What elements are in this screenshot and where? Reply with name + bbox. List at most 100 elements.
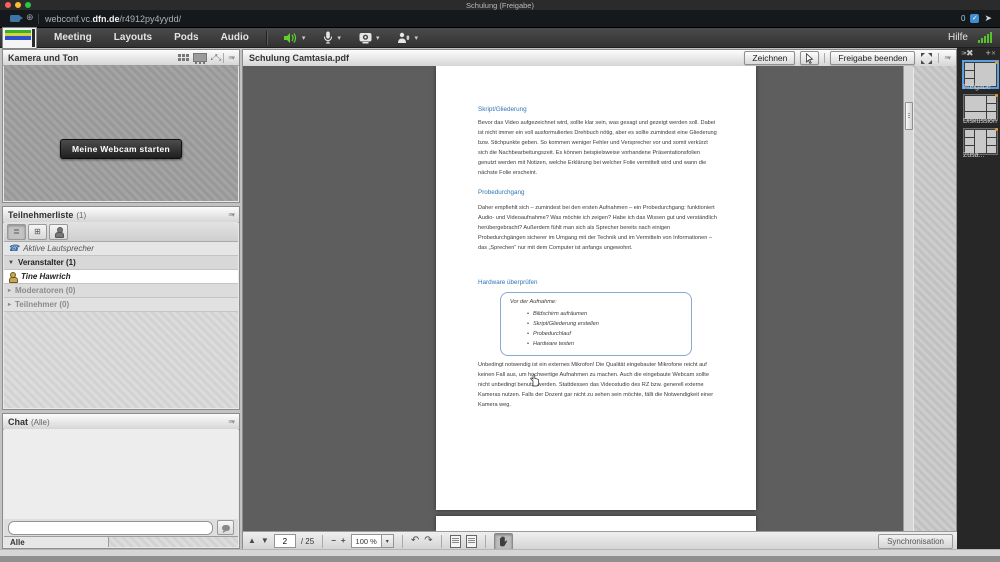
url-text[interactable]: webconf.vc.dfn.de/r4912py4yydd/ <box>45 14 181 24</box>
chat-input[interactable] <box>8 521 213 535</box>
page-total-label: / 25 <box>301 537 314 546</box>
raise-hand-dropdown-icon[interactable]: ▾ <box>414 34 418 42</box>
collapse-icon[interactable]: ▼ <box>8 260 14 266</box>
connection-signal-icon[interactable] <box>978 32 992 43</box>
desktop-edge <box>0 556 1000 562</box>
chat-pod-title: Chat(Alle) <box>8 417 50 427</box>
layout-thumb-diskussion[interactable] <box>963 94 998 121</box>
layout-bar-close-icon[interactable]: ✕ <box>991 50 996 57</box>
divider <box>938 53 939 63</box>
microphone-button[interactable]: ▾ <box>320 29 344 46</box>
chat-tab-bar: Alle <box>4 536 238 547</box>
divider <box>485 535 486 548</box>
active-speakers-row: ☎ Aktive Lautsprecher <box>4 242 238 256</box>
attendee-row[interactable]: Tine Hawrich <box>4 270 238 284</box>
menu-meeting[interactable]: Meeting <box>43 32 103 43</box>
fullscreen-icon[interactable]: ⤢⤡ <box>211 53 220 63</box>
help-menu[interactable]: Hilfe <box>948 32 968 43</box>
attendees-pod-header: Teilnehmerliste(1) ≡▾ <box>3 207 239 223</box>
pan-tool-button[interactable] <box>494 533 513 550</box>
divider <box>441 535 442 548</box>
fit-width-button[interactable] <box>450 535 461 548</box>
chat-tab-alle[interactable]: Alle <box>4 536 109 547</box>
expand-icon[interactable]: ▸ <box>8 287 11 294</box>
pdf-page: Skript/Gliederung Bevor das Video aufgez… <box>436 66 756 510</box>
fullscreen-icon[interactable] <box>920 52 933 65</box>
checklist-item: Probedurchlauf <box>527 329 599 339</box>
divider <box>38 14 39 24</box>
menu-audio[interactable]: Audio <box>210 32 260 43</box>
raise-hand-icon <box>397 32 410 44</box>
filmstrip-view-icon[interactable] <box>193 53 207 62</box>
zoom-level-select[interactable]: 100 % ▾ <box>351 534 394 548</box>
doc-paragraph: Daher empfiehlt sich – zumindest bei den… <box>478 203 718 253</box>
adobe-connect-logo <box>2 27 37 49</box>
menu-bar: Meeting Layouts Pods Audio ▾ ▾ ▾ ▾ Hilfe <box>0 28 1000 48</box>
layout-label: Zusa... <box>957 152 1000 159</box>
hand-tool-icon <box>498 536 508 547</box>
document-viewport[interactable]: Skript/Gliederung Bevor das Video aufgez… <box>243 66 903 531</box>
zoom-dropdown-icon[interactable]: ▾ <box>381 535 393 547</box>
doc-paragraph: Unbedingt notwendig ist ein externes Mik… <box>478 360 718 410</box>
webcam-icon <box>359 32 372 44</box>
expand-icon[interactable]: ▸ <box>8 301 11 308</box>
zoom-out-button[interactable]: − <box>331 537 336 545</box>
stop-sharing-button[interactable]: Freigabe beenden <box>830 51 915 65</box>
menu-layouts[interactable]: Layouts <box>103 32 163 43</box>
titlebar: Schulung (Freigabe) <box>0 0 1000 10</box>
page-number-input[interactable] <box>274 534 296 548</box>
layout-thumb-zusammenarbeit[interactable] <box>963 128 998 155</box>
shield-icon[interactable]: ✓ <box>970 14 979 23</box>
attendee-status-view-button[interactable] <box>49 224 68 240</box>
camera-pod-header: Kamera und Ton ⤢⤡ ≡▾ <box>3 50 239 66</box>
webcam-button[interactable]: ▾ <box>356 30 383 46</box>
previous-page-button[interactable]: ▲ <box>248 537 256 545</box>
checklist-item: Skript/Gliederung erstellen <box>527 319 599 329</box>
draw-button[interactable]: Zeichnen <box>744 51 795 65</box>
grid-view-icon[interactable] <box>178 54 189 61</box>
attendees-pod-menu-icon[interactable]: ≡▾ <box>228 211 234 219</box>
microphone-dropdown-icon[interactable]: ▾ <box>337 34 341 42</box>
share-pod-menu-icon[interactable]: ≡▾ <box>944 54 950 62</box>
breakout-view-button[interactable]: ⊞ <box>28 224 47 240</box>
chat-bubble-icon <box>222 525 230 531</box>
cursor-share-icon[interactable]: ➤ <box>984 13 992 24</box>
camera-preview-area: Meine Webcam starten <box>4 65 238 201</box>
divider <box>266 31 268 45</box>
chat-pod-menu-icon[interactable]: ≡▾ <box>228 418 234 426</box>
webcam-dropdown-icon[interactable]: ▾ <box>376 34 380 42</box>
globe-icon: ⊕ <box>26 12 34 23</box>
app-window: Schulung (Freigabe) ⊕ webconf.vc.dfn.de/… <box>0 0 1000 562</box>
document-scrollbar[interactable] <box>903 66 913 531</box>
synchronize-button[interactable]: Synchronisation <box>878 534 953 549</box>
raise-hand-button[interactable]: ▾ <box>394 30 421 46</box>
camera-pod-menu-icon[interactable]: ≡▾ <box>228 54 234 62</box>
scrollbar-thumb[interactable] <box>905 102 913 130</box>
active-speakers-label: Aktive Lautsprecher <box>23 244 94 253</box>
checklist: Bildschirm aufräumen Skript/Gliederung e… <box>527 309 599 349</box>
doc-heading: Probedurchgang <box>478 189 525 196</box>
doc-heading: Hardware überprüfen <box>478 279 538 286</box>
attendee-list-view-button[interactable]: ≣ <box>7 224 26 240</box>
speaker-button[interactable]: ▾ <box>280 30 309 46</box>
start-webcam-button[interactable]: Meine Webcam starten <box>60 139 182 159</box>
attendees-pod: Teilnehmerliste(1) ≡▾ ≣ ⊞ ☎ Aktive Lauts… <box>2 206 240 410</box>
speaker-dropdown-icon[interactable]: ▾ <box>302 34 306 42</box>
menu-pods[interactable]: Pods <box>163 32 209 43</box>
redo-button[interactable]: ↷ <box>424 536 432 546</box>
zoom-in-button[interactable]: + <box>341 537 346 545</box>
next-page-button[interactable]: ▼ <box>261 537 269 545</box>
pointer-tool-button[interactable] <box>800 51 819 65</box>
address-bar: ⊕ webconf.vc.dfn.de/r4912py4yydd/ 0 ✓ ➤ <box>0 10 1000 28</box>
moderators-group-row[interactable]: ▸ Moderatoren (0) <box>4 284 238 298</box>
hosts-group-row[interactable]: ▼ Veranstalter (1) <box>4 256 238 270</box>
active-speaker-icon: ☎ <box>8 244 19 253</box>
shared-document-title: Schulung Camtasia.pdf <box>249 53 349 63</box>
undo-button[interactable]: ↶ <box>411 536 419 546</box>
layout-bar-menu-icon[interactable]: ≡▾ <box>961 50 966 57</box>
hosts-group-label: Veranstalter (1) <box>18 258 76 267</box>
participants-group-row[interactable]: ▸ Teilnehmer (0) <box>4 298 238 312</box>
fit-page-button[interactable] <box>466 535 477 548</box>
send-chat-button[interactable] <box>217 520 234 535</box>
chat-input-row <box>4 519 238 536</box>
